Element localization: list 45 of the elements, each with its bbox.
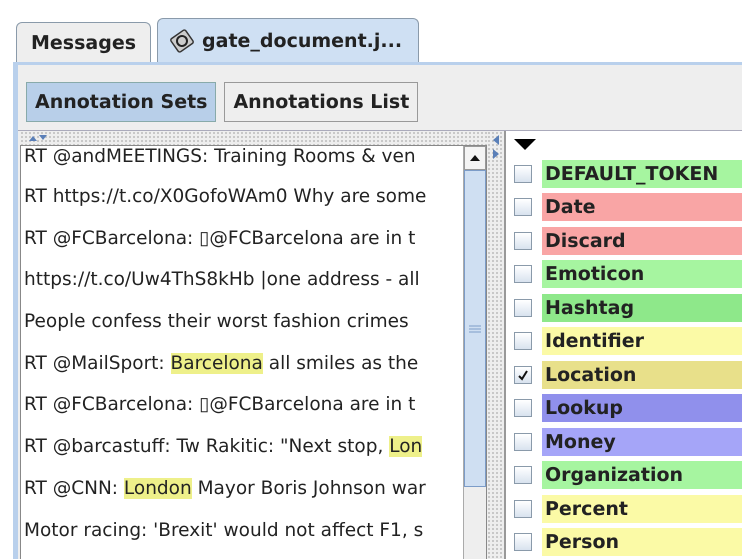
check-icon	[516, 368, 530, 382]
document-line: RT @FCBarcelona: ▯@FCBarcelona are in t	[24, 226, 416, 251]
annotation-type-label: Lookup	[542, 394, 742, 422]
toggle-button[interactable]: Annotation Sets	[26, 82, 216, 122]
tab[interactable]: Messages	[16, 22, 152, 62]
checkbox[interactable]	[514, 466, 532, 484]
annotation-type-label: Percent	[542, 494, 742, 523]
document-line: Motor racing: 'Brexit' would not affect F1, s	[24, 518, 424, 542]
document-line: RT https://t.co/X0GofoWAm0 Why are some	[24, 185, 426, 209]
checkbox[interactable]	[514, 164, 532, 183]
up-arrow-icon[interactable]	[469, 154, 482, 162]
checkbox[interactable]	[514, 399, 532, 418]
tab[interactable]: gate_document.j...	[157, 18, 420, 62]
annotation-type-label: DEFAULT_TOKEN	[542, 160, 742, 188]
toggle-button[interactable]: Annotations List	[224, 82, 418, 122]
checkbox[interactable]	[514, 533, 532, 552]
checkbox[interactable]	[514, 332, 532, 350]
splitter-handle[interactable]	[20, 131, 487, 145]
annotation-type-label: Identifier	[542, 327, 742, 356]
document-line: RT @andMEETINGS: Training Rooms & ven	[24, 146, 416, 169]
checkbox[interactable]	[514, 432, 532, 451]
checkbox[interactable]	[514, 298, 532, 317]
checkbox[interactable]	[514, 198, 532, 216]
checkbox[interactable]	[514, 500, 532, 518]
annotation-type-label: Location	[542, 360, 742, 389]
grip-icon	[468, 324, 482, 332]
document-line: People confess their worst fashion crimes	[24, 310, 409, 334]
annotation-type-label: Discard	[542, 226, 742, 255]
annotation-type-label: Person	[542, 528, 742, 556]
checkbox[interactable]	[514, 366, 532, 384]
annotation-type-label: Hashtag	[542, 294, 742, 322]
checkbox[interactable]	[514, 232, 532, 250]
annotation-type-label: Money	[542, 428, 742, 456]
document-line: RT @barcastuff: Tw Rakitic: "Next stop, Lon	[24, 435, 422, 460]
annotation-type-label: Organization	[542, 461, 742, 490]
document-line: https://t.co/Uw4ThS8kHb |one address - all	[24, 268, 420, 292]
checkbox[interactable]	[514, 265, 532, 284]
annotation-type-label: Date	[542, 193, 742, 222]
splitter[interactable]	[487, 131, 504, 559]
caret-icon[interactable]	[514, 139, 536, 151]
scrollbar[interactable]	[463, 146, 486, 559]
document-line: RT @FCBarcelona: ▯@FCBarcelona are in t	[24, 393, 416, 418]
document-line: RT @MailSport: Barcelona all smiles as the	[24, 352, 418, 376]
document-line: RT @CNN: London Mayor Boris Johnson war	[24, 476, 426, 501]
annotation-type-label: Emoticon	[542, 260, 742, 288]
